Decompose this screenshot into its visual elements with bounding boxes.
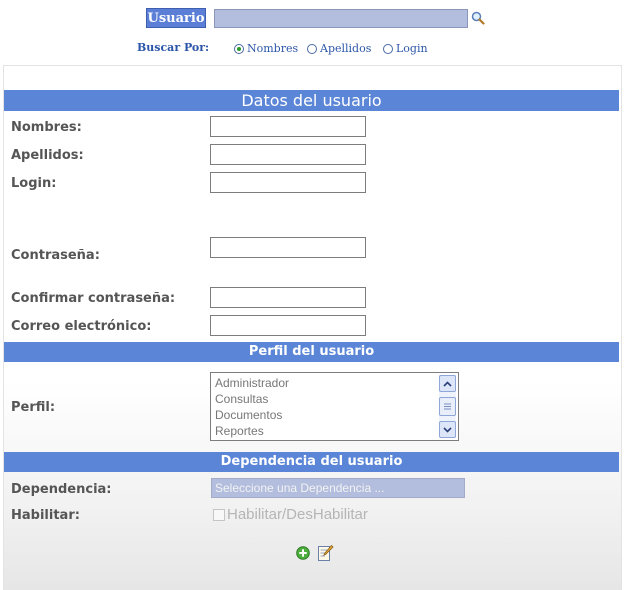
scroll-up-button[interactable] — [439, 375, 456, 392]
contrasena-label: Contraseña: — [11, 248, 100, 263]
perfil-scrollbar[interactable] — [439, 375, 456, 438]
radio-login[interactable]: Login — [383, 42, 428, 55]
radio-button[interactable] — [383, 43, 393, 54]
chevron-up-icon — [443, 380, 452, 387]
confirmar-contrasena-field[interactable] — [210, 287, 366, 308]
perfil-label: Perfil: — [11, 400, 56, 415]
checkbox[interactable] — [213, 508, 225, 521]
perfil-option[interactable]: Documentos — [215, 408, 282, 422]
add-circle-icon — [296, 546, 310, 560]
correo-label: Correo electrónico: — [11, 319, 152, 334]
apellidos-field[interactable] — [210, 144, 366, 165]
search-button[interactable] — [469, 9, 487, 27]
radio-nombres[interactable]: Nombres — [234, 42, 298, 55]
section-perfil-usuario: Perfil del usuario — [4, 342, 619, 362]
radio-login-label: Login — [396, 42, 428, 55]
edit-button[interactable] — [317, 544, 334, 562]
correo-field[interactable] — [210, 315, 366, 336]
radio-button-selected[interactable] — [234, 43, 244, 54]
perfil-option[interactable]: Administrador — [215, 376, 289, 390]
login-field[interactable] — [210, 172, 366, 193]
habilitar-checkbox[interactable]: Habilitar/DesHabilitar — [213, 506, 368, 523]
usuario-label: Usuario — [146, 8, 206, 28]
habilitar-label: Habilitar: — [11, 508, 80, 523]
scroll-thumb[interactable] — [439, 397, 456, 416]
usuario-search-input[interactable] — [214, 9, 468, 28]
scroll-down-button[interactable] — [439, 421, 456, 438]
habilitar-checkbox-label: Habilitar/DesHabilitar — [227, 506, 368, 523]
dependencia-select[interactable]: Seleccione una Dependencia ... — [211, 478, 465, 498]
perfil-option[interactable]: Reportes — [215, 424, 264, 438]
grip-icon — [444, 403, 451, 410]
contrasena-field[interactable] — [210, 237, 366, 258]
buscar-por-label: Buscar Por: — [137, 41, 210, 54]
section-datos-usuario: Datos del usuario — [4, 90, 619, 111]
radio-button[interactable] — [307, 43, 317, 54]
radio-nombres-label: Nombres — [247, 42, 299, 55]
nombres-field[interactable] — [210, 116, 366, 137]
edit-note-icon — [318, 544, 334, 561]
perfil-listbox[interactable]: Administrador Consultas Documentos Repor… — [210, 372, 459, 441]
section-dependencia-usuario: Dependencia del usuario — [4, 452, 619, 472]
magnifier-icon — [471, 11, 485, 25]
radio-apellidos-label: Apellidos — [320, 42, 372, 55]
nombres-label: Nombres: — [11, 120, 82, 135]
dependencia-label: Dependencia: — [11, 482, 112, 497]
chevron-down-icon — [443, 426, 452, 433]
apellidos-label: Apellidos: — [11, 148, 84, 163]
login-label: Login: — [11, 176, 57, 191]
radio-apellidos[interactable]: Apellidos — [307, 42, 371, 55]
add-button[interactable] — [296, 546, 310, 560]
confirmar-contrasena-label: Confirmar contraseña: — [11, 291, 176, 306]
perfil-option[interactable]: Consultas — [215, 392, 268, 406]
